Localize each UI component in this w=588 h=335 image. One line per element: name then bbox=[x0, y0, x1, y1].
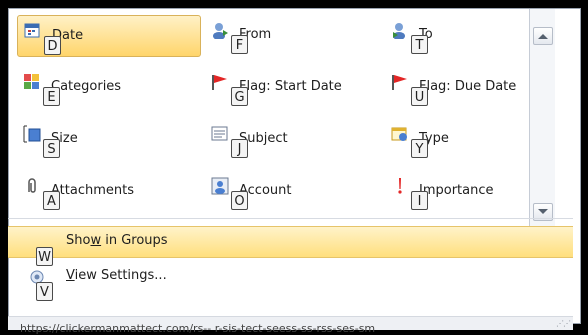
arrangement-categories-label: Categories bbox=[51, 79, 122, 94]
keytip-a: A bbox=[43, 191, 60, 210]
flag-icon bbox=[211, 73, 229, 91]
paperclip-icon bbox=[23, 177, 41, 195]
arrangement-attachments[interactable]: Attachments A bbox=[17, 171, 201, 213]
arrangement-flag-due-label: Flag: Due Date bbox=[419, 79, 517, 94]
arrangement-importance[interactable]: Importance I bbox=[385, 171, 550, 213]
keytip-f: F bbox=[231, 35, 248, 54]
resize-grip-icon: ⋰⋰ bbox=[556, 319, 571, 328]
keytip-y: Y bbox=[411, 139, 428, 158]
arrangement-size[interactable]: Size S bbox=[17, 119, 201, 161]
person-from-icon bbox=[211, 21, 229, 40]
type-icon bbox=[391, 125, 409, 143]
show-in-groups-item[interactable]: Show in Groups W bbox=[8, 226, 573, 266]
flag-icon bbox=[391, 73, 409, 91]
chevron-up-icon bbox=[538, 34, 548, 39]
scroll-up-button[interactable] bbox=[533, 27, 553, 45]
show-in-groups-label: Show in Groups bbox=[66, 233, 168, 248]
keytip-i: I bbox=[411, 191, 428, 210]
keytip-v: V bbox=[36, 282, 53, 301]
chevron-down-icon bbox=[538, 209, 548, 214]
arrangement-flag-start-date[interactable]: Flag: Start Date G bbox=[205, 67, 385, 109]
categories-icon bbox=[23, 73, 41, 91]
arrangement-subject[interactable]: Subject J bbox=[205, 119, 385, 161]
keytip-d: D bbox=[44, 36, 61, 55]
view-settings-label: View Settings... bbox=[66, 268, 167, 283]
menu-separator bbox=[8, 218, 573, 219]
keytip-e: E bbox=[43, 87, 60, 106]
arrangement-flag-start-label: Flag: Start Date bbox=[239, 79, 342, 94]
arrangement-from[interactable]: From F bbox=[205, 15, 385, 57]
calendar-icon bbox=[24, 22, 42, 40]
subject-icon bbox=[211, 125, 229, 143]
keytip-g: G bbox=[231, 87, 248, 106]
footer-url: https://clickermanmattect.com/rs-- r-sis… bbox=[20, 322, 376, 335]
arrangement-date[interactable]: Date D bbox=[17, 15, 201, 57]
arrangement-account[interactable]: Account O bbox=[205, 171, 385, 213]
keytip-s: S bbox=[43, 139, 60, 158]
keytip-o: O bbox=[231, 191, 248, 210]
size-icon bbox=[23, 125, 41, 143]
keytip-j: J bbox=[231, 139, 248, 158]
exclamation-icon bbox=[391, 177, 409, 195]
arrangement-gallery: Date D From F To T Categories E bbox=[9, 9, 555, 228]
arrangement-to[interactable]: To T bbox=[385, 15, 550, 57]
arrangement-flag-due-date[interactable]: Flag: Due Date U bbox=[385, 67, 550, 109]
gallery-scrollbar[interactable] bbox=[529, 9, 555, 228]
keytip-u: U bbox=[411, 87, 428, 106]
keytip-t: T bbox=[411, 35, 428, 54]
arrangement-importance-label: Importance bbox=[419, 183, 494, 198]
arrangement-categories[interactable]: Categories E bbox=[17, 67, 201, 109]
arrangement-attachments-label: Attachments bbox=[51, 183, 134, 198]
person-to-icon bbox=[391, 21, 409, 40]
account-icon bbox=[211, 177, 229, 195]
arrangement-type[interactable]: Type Y bbox=[385, 119, 550, 161]
view-settings-item[interactable]: View Settings... V bbox=[8, 262, 573, 301]
